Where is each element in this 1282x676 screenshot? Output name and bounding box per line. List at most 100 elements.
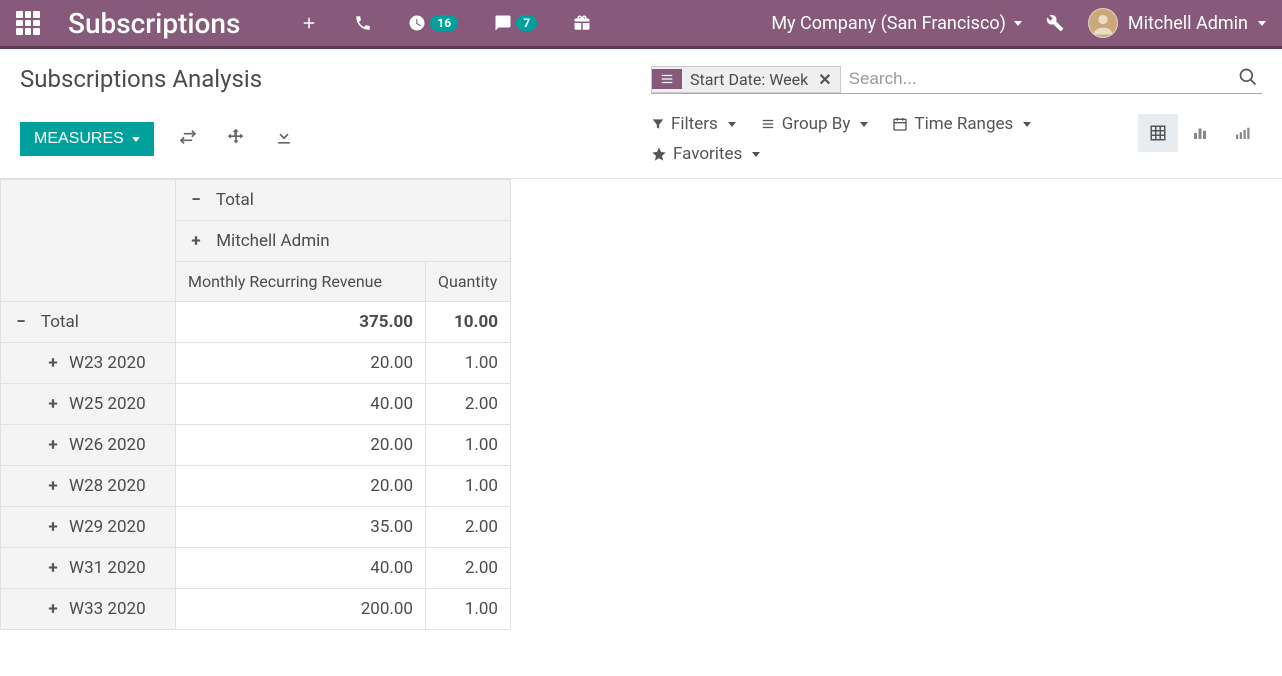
row-header[interactable]: + W25 2020 — [1, 384, 176, 425]
minus-icon[interactable]: − — [13, 312, 29, 332]
cell-mrr: 200.00 — [176, 589, 426, 630]
row-header-total-label: Total — [41, 312, 79, 332]
col-header-total[interactable]: − Total — [176, 180, 511, 221]
pivot-table: − Total + Mitchell Admin Monthly Recurri… — [0, 179, 511, 630]
plus-icon[interactable]: + — [188, 231, 204, 251]
measure-header-mrr[interactable]: Monthly Recurring Revenue — [176, 262, 426, 302]
control-panel: Subscriptions Analysis Start Date: Week … — [0, 49, 1282, 179]
cell-mrr: 40.00 — [176, 384, 426, 425]
flip-axis-icon[interactable] — [174, 123, 202, 155]
phone-icon[interactable] — [354, 14, 372, 32]
messages-badge: 7 — [516, 15, 537, 31]
search-facet-label: Start Date: Week — [682, 67, 816, 92]
col-header-group[interactable]: + Mitchell Admin — [176, 221, 511, 262]
groupby-menu[interactable]: Group By — [760, 114, 869, 134]
cell-qty: 2.00 — [426, 384, 511, 425]
view-bar-chart-button[interactable] — [1180, 114, 1220, 152]
gift-icon[interactable] — [573, 14, 591, 32]
chevron-down-icon — [860, 122, 868, 127]
col-header-group-label: Mitchell Admin — [216, 231, 329, 251]
chevron-down-icon — [1023, 122, 1031, 127]
user-name: Mitchell Admin — [1128, 13, 1248, 34]
plus-icon[interactable]: + — [45, 517, 61, 537]
view-pivot-button[interactable] — [1138, 114, 1178, 152]
cell-qty: 1.00 — [426, 466, 511, 507]
plus-icon[interactable]: + — [45, 558, 61, 578]
cell-mrr: 20.00 — [176, 466, 426, 507]
measures-button[interactable]: MEASURES — [20, 122, 154, 156]
row-header[interactable]: + W28 2020 — [1, 466, 176, 507]
page-title: Subscriptions Analysis — [20, 65, 631, 94]
pivot-row-total: − Total 375.00 10.00 — [1, 302, 511, 343]
row-header[interactable]: + W29 2020 — [1, 507, 176, 548]
expand-all-icon[interactable] — [222, 123, 250, 155]
row-header-label: W29 2020 — [69, 517, 146, 537]
chevron-down-icon — [728, 122, 736, 127]
debug-icon[interactable] — [1046, 14, 1064, 32]
cell-qty: 1.00 — [426, 425, 511, 466]
search-facet: Start Date: Week ✕ — [651, 66, 841, 93]
messages-icon[interactable]: 7 — [494, 14, 537, 32]
search-icon[interactable] — [1234, 67, 1262, 91]
row-header-label: W31 2020 — [69, 558, 146, 578]
row-header[interactable]: + W23 2020 — [1, 343, 176, 384]
list-icon — [652, 69, 682, 89]
search-bar: Start Date: Week ✕ — [651, 65, 1262, 94]
activities-icon[interactable]: 16 — [408, 14, 458, 32]
timeranges-menu[interactable]: Time Ranges — [892, 114, 1031, 134]
cell-mrr: 20.00 — [176, 343, 426, 384]
company-name: My Company (San Francisco) — [771, 13, 1006, 34]
row-header[interactable]: + W26 2020 — [1, 425, 176, 466]
pivot-row: +W29 202035.002.00 — [1, 507, 511, 548]
company-switcher[interactable]: My Company (San Francisco) — [771, 13, 1022, 34]
row-header-total[interactable]: − Total — [1, 302, 176, 343]
plus-icon[interactable]: + — [45, 394, 61, 414]
minus-icon[interactable]: − — [188, 190, 204, 210]
chevron-down-icon — [132, 137, 140, 142]
pivot-row: + W23 2020 20.001.00 — [1, 343, 511, 384]
row-header-label: W26 2020 — [69, 435, 146, 455]
apps-menu-icon[interactable] — [16, 11, 40, 35]
row-header-label: W28 2020 — [69, 476, 146, 496]
toolbar-right: Filters Group By Time Ranges Favorites — [651, 114, 1262, 164]
plus-icon[interactable]: + — [45, 353, 61, 373]
cell-qty: 1.00 — [426, 343, 511, 384]
chevron-down-icon — [1014, 21, 1022, 26]
cell-qty: 1.00 — [426, 589, 511, 630]
groupby-label: Group By — [782, 114, 851, 134]
measures-label: MEASURES — [34, 130, 124, 148]
main-navbar: Subscriptions 16 7 My Company (San Franc… — [0, 0, 1282, 46]
measure-header-qty[interactable]: Quantity — [426, 262, 511, 302]
download-icon[interactable] — [270, 123, 298, 155]
app-brand[interactable]: Subscriptions — [68, 7, 240, 40]
user-menu[interactable]: Mitchell Admin — [1088, 8, 1266, 38]
col-header-total-label: Total — [216, 190, 254, 210]
timeranges-label: Time Ranges — [914, 114, 1013, 134]
search-facet-remove[interactable]: ✕ — [816, 67, 839, 92]
pivot-row: + W28 2020 20.001.00 — [1, 466, 511, 507]
row-header-label: W33 2020 — [69, 599, 146, 619]
plus-icon[interactable]: + — [45, 476, 61, 496]
filters-menu[interactable]: Filters — [651, 114, 736, 134]
new-icon[interactable] — [300, 14, 318, 32]
avatar — [1088, 8, 1118, 38]
row-header[interactable]: + W33 2020 — [1, 589, 176, 630]
cell-mrr: 40.00 — [176, 548, 426, 589]
row-header[interactable]: + W31 2020 — [1, 548, 176, 589]
plus-icon[interactable]: + — [45, 599, 61, 619]
favorites-menu[interactable]: Favorites — [651, 144, 1138, 164]
pivot-table-container: − Total + Mitchell Admin Monthly Recurri… — [0, 179, 1282, 630]
row-header-label: W25 2020 — [69, 394, 146, 414]
toolbar-left: MEASURES — [20, 114, 631, 164]
chevron-down-icon — [1258, 21, 1266, 26]
search-input[interactable] — [841, 65, 1234, 93]
chevron-down-icon — [752, 152, 760, 157]
view-switcher — [1138, 114, 1262, 152]
filters-label: Filters — [671, 114, 718, 134]
row-header-label: W23 2020 — [69, 353, 146, 373]
favorites-label: Favorites — [673, 144, 742, 164]
pivot-row: + W33 2020 200.001.00 — [1, 589, 511, 630]
cell-mrr: 20.00 — [176, 425, 426, 466]
view-ascending-chart-button[interactable] — [1222, 114, 1262, 152]
plus-icon[interactable]: + — [45, 435, 61, 455]
